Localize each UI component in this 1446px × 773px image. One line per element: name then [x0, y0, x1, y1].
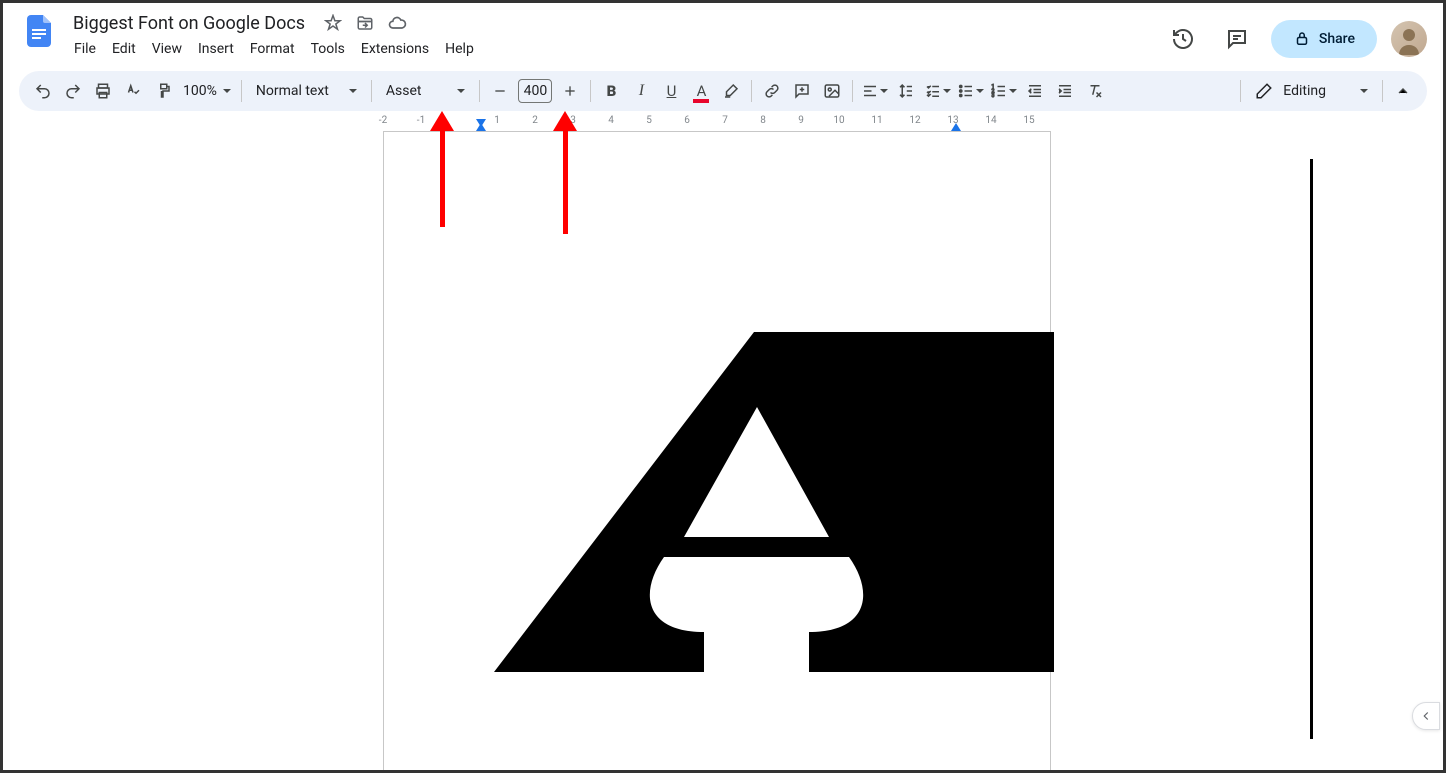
move-icon[interactable] [355, 13, 375, 33]
ruler-tick: -1 [417, 115, 425, 126]
menu-edit[interactable]: Edit [105, 37, 143, 61]
ruler-tick: 4 [608, 115, 614, 126]
menu-bar: File Edit View Insert Format Tools Exten… [67, 37, 1163, 61]
highlight-color-button[interactable] [717, 77, 745, 105]
ruler-tick: 3 [570, 115, 576, 126]
align-button[interactable] [859, 77, 890, 105]
increase-indent-button[interactable] [1051, 77, 1079, 105]
ruler-tick: 2 [532, 115, 538, 126]
bold-button[interactable]: B [597, 77, 625, 105]
menu-tools[interactable]: Tools [304, 37, 352, 61]
ruler-tick: 7 [722, 115, 728, 126]
horizontal-ruler[interactable]: -2-1123456789101112131415 [3, 115, 1443, 131]
decrease-font-size-button[interactable] [486, 77, 514, 105]
share-label: Share [1319, 31, 1355, 47]
text-color-button[interactable]: A [687, 77, 715, 105]
cloud-status-icon[interactable] [387, 13, 407, 33]
text-caret [1310, 159, 1313, 739]
share-button[interactable]: Share [1271, 20, 1377, 58]
insert-image-button[interactable] [818, 77, 846, 105]
line-spacing-button[interactable] [892, 77, 920, 105]
ruler-tick: 9 [798, 115, 804, 126]
ruler-tick: 11 [871, 115, 882, 126]
clear-formatting-button[interactable] [1081, 77, 1109, 105]
underline-button[interactable]: U [657, 77, 685, 105]
show-side-panel-button[interactable] [1412, 702, 1440, 730]
collapse-toolbar-button[interactable] [1389, 77, 1417, 105]
decrease-indent-button[interactable] [1021, 77, 1049, 105]
menu-file[interactable]: File [67, 37, 103, 61]
numbered-list-button[interactable]: 123 [988, 77, 1019, 105]
ruler-tick: 12 [909, 115, 920, 126]
caret-down-icon [223, 89, 231, 93]
document-title[interactable]: Biggest Font on Google Docs [67, 11, 311, 36]
caret-down-icon [457, 89, 465, 93]
print-button[interactable] [89, 77, 117, 105]
ruler-tick: 5 [646, 115, 652, 126]
font-size-input[interactable] [518, 79, 552, 103]
menu-view[interactable]: View [145, 37, 189, 61]
document-page[interactable] [383, 131, 1051, 770]
checklist-button[interactable] [922, 77, 953, 105]
toolbar: 100% Normal text Asset B I U A 123 Editi… [19, 71, 1427, 111]
undo-button[interactable] [29, 77, 57, 105]
ruler-tick: 10 [833, 115, 844, 126]
spellcheck-button[interactable] [119, 77, 147, 105]
zoom-dropdown[interactable]: 100% [179, 83, 235, 99]
bulleted-list-button[interactable] [955, 77, 986, 105]
svg-text:3: 3 [992, 93, 995, 99]
italic-button[interactable]: I [627, 77, 655, 105]
document-content-letter [494, 332, 1054, 672]
add-comment-button[interactable] [788, 77, 816, 105]
ruler-tick: 6 [684, 115, 690, 126]
history-icon[interactable] [1163, 19, 1203, 59]
menu-insert[interactable]: Insert [191, 37, 241, 61]
user-avatar[interactable] [1391, 21, 1427, 57]
menu-format[interactable]: Format [243, 37, 302, 61]
menu-help[interactable]: Help [438, 37, 481, 61]
paragraph-style-dropdown[interactable]: Normal text [248, 83, 365, 99]
caret-down-icon [976, 89, 984, 93]
redo-button[interactable] [59, 77, 87, 105]
ruler-tick: 8 [760, 115, 766, 126]
right-indent-marker[interactable] [951, 123, 961, 131]
menu-extensions[interactable]: Extensions [354, 37, 436, 61]
docs-logo[interactable] [19, 11, 59, 51]
caret-down-icon [349, 89, 357, 93]
caret-down-icon [1009, 89, 1017, 93]
ruler-tick: 14 [985, 115, 996, 126]
left-indent-marker[interactable] [476, 123, 486, 131]
caret-down-icon [943, 89, 951, 93]
ruler-tick: 15 [1023, 115, 1034, 126]
paint-format-button[interactable] [149, 77, 177, 105]
caret-down-icon [880, 89, 888, 93]
ruler-tick: -2 [379, 115, 387, 126]
ruler-tick: 1 [494, 115, 500, 126]
comments-icon[interactable] [1217, 19, 1257, 59]
document-canvas[interactable] [3, 131, 1443, 770]
increase-font-size-button[interactable] [556, 77, 584, 105]
insert-link-button[interactable] [758, 77, 786, 105]
caret-down-icon [1360, 89, 1368, 93]
font-family-dropdown[interactable]: Asset [378, 83, 474, 99]
star-icon[interactable] [323, 13, 343, 33]
editing-mode-dropdown[interactable]: Editing [1247, 82, 1376, 100]
